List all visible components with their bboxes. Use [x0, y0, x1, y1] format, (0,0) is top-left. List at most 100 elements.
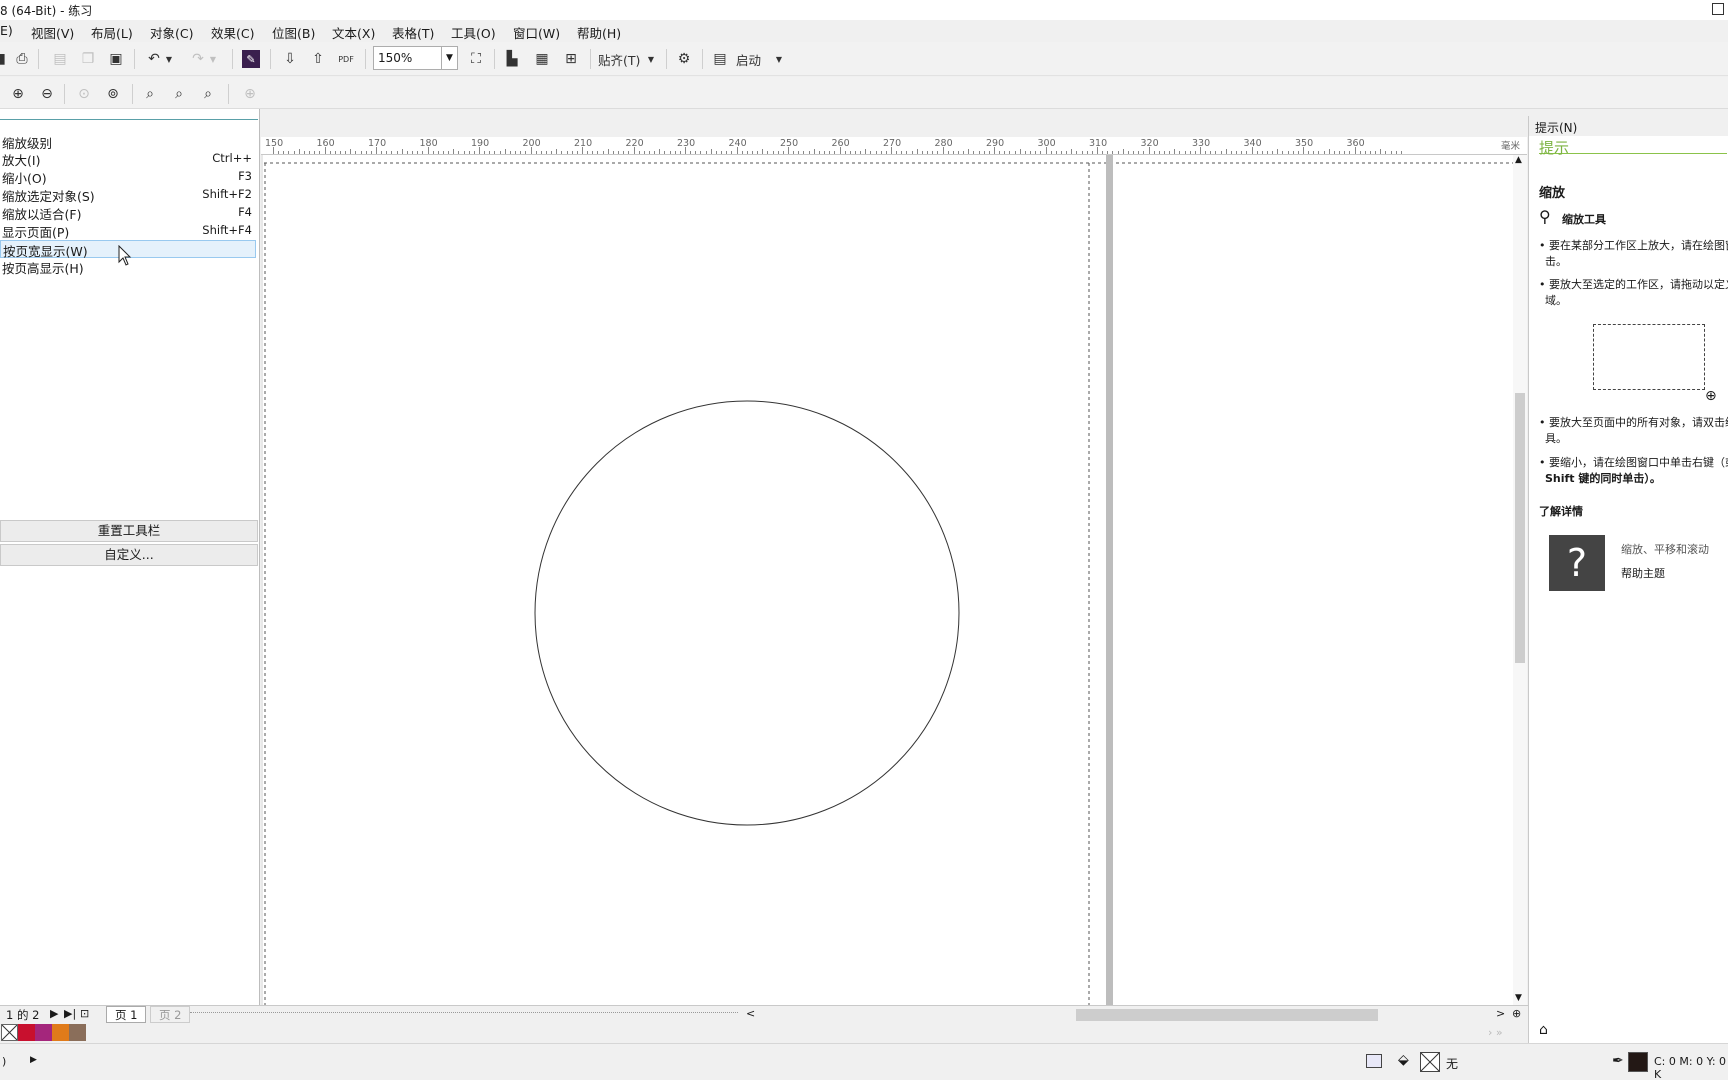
- search-content-icon[interactable]: ✎: [242, 50, 260, 68]
- menu-item-show-page[interactable]: 显示页面(P) Shift+F4: [0, 221, 256, 240]
- show-rulers-icon[interactable]: ▙: [502, 49, 522, 69]
- paste-icon[interactable]: ▣: [106, 49, 126, 69]
- zoom-page-width-icon[interactable]: ⌕: [169, 84, 189, 104]
- user-icon[interactable]: [1712, 3, 1724, 15]
- copy-icon[interactable]: ❐: [78, 49, 98, 69]
- next-page-icon[interactable]: ▶: [50, 1007, 58, 1020]
- ruler-label: 330: [1192, 138, 1211, 149]
- options-gear-icon[interactable]: ⚙: [674, 49, 694, 69]
- snap-dropdown-icon[interactable]: ▼: [646, 49, 656, 69]
- navigator-zoom-icon[interactable]: ⊕: [1512, 1007, 1521, 1020]
- color-swatch[interactable]: [35, 1024, 52, 1041]
- menu-tools[interactable]: 工具(O): [451, 23, 496, 42]
- scroll-left-icon[interactable]: <: [746, 1007, 755, 1020]
- page-tab-1[interactable]: 页 1: [106, 1006, 147, 1023]
- page-tab-2[interactable]: 页 2: [150, 1006, 191, 1023]
- color-swatch[interactable]: [69, 1024, 86, 1041]
- chevron-down-icon[interactable]: ▼: [441, 47, 457, 69]
- menu-layout[interactable]: 布局(L): [91, 23, 133, 42]
- add-tool-icon[interactable]: ⊕: [240, 84, 260, 104]
- undo-dropdown-icon[interactable]: ▼: [164, 49, 174, 69]
- menu-view[interactable]: 视图(V): [31, 23, 74, 42]
- menu-window[interactable]: 窗口(W): [513, 23, 560, 42]
- ruler-tick: [1385, 151, 1387, 154]
- customize-button[interactable]: 自定义...: [0, 544, 258, 566]
- export-icon[interactable]: ⇧: [308, 49, 328, 69]
- ruler-tick: [350, 149, 352, 154]
- no-color-swatch[interactable]: [1, 1024, 18, 1041]
- help-link-zoom-pan[interactable]: 缩放、平移和滚动: [1621, 541, 1709, 557]
- show-grid-icon[interactable]: ▦: [532, 49, 552, 69]
- ruler-tick: [1380, 149, 1382, 154]
- scroll-down-icon[interactable]: ▼: [1515, 993, 1522, 1003]
- full-screen-icon[interactable]: ⛶: [466, 49, 486, 69]
- add-page-icon[interactable]: ⊡: [80, 1007, 89, 1020]
- zoom-page-height-icon[interactable]: ⌕: [198, 84, 218, 104]
- import-icon[interactable]: ⇩: [280, 49, 300, 69]
- last-page-icon[interactable]: ▶|: [64, 1007, 76, 1020]
- launch-icon[interactable]: ▤: [710, 49, 730, 69]
- scrollbar-thumb[interactable]: [1515, 393, 1525, 663]
- ruler-tick: [1313, 151, 1315, 154]
- ruler-tick: [957, 151, 959, 154]
- color-swatch[interactable]: [52, 1024, 69, 1041]
- fill-none-swatch[interactable]: [1420, 1052, 1440, 1072]
- separator: [590, 49, 591, 69]
- zoom-in-icon[interactable]: ⊕: [8, 84, 28, 104]
- zoom-fit-icon[interactable]: ⊚: [103, 84, 123, 104]
- home-icon[interactable]: ⌂: [1539, 1022, 1548, 1038]
- cut-icon[interactable]: ▤: [50, 49, 70, 69]
- print-icon[interactable]: ⎙: [12, 49, 32, 69]
- menu-item-zoom-in[interactable]: 放大(I) Ctrl++: [0, 149, 256, 168]
- launch-button[interactable]: 启动: [736, 49, 776, 69]
- ruler-label: 190: [471, 138, 490, 149]
- show-guidelines-icon[interactable]: ⊞: [561, 49, 581, 69]
- menu-item-zoom-selected[interactable]: 缩放选定对象(S) Shift+F2: [0, 185, 256, 204]
- redo-dropdown-icon[interactable]: ▼: [208, 49, 218, 69]
- zoom-selected-icon[interactable]: ⊙: [74, 84, 94, 104]
- ruler-tick: [427, 147, 429, 154]
- outline-pen-icon[interactable]: ✒: [1612, 1053, 1624, 1069]
- launch-dropdown-icon[interactable]: ▼: [774, 49, 784, 69]
- zoom-level-combo[interactable]: 150% ▼: [373, 46, 458, 70]
- circle-shape[interactable]: [534, 400, 960, 826]
- menu-bitmaps[interactable]: 位图(B): [272, 23, 315, 42]
- menu-table[interactable]: 表格(T): [392, 23, 434, 42]
- drawing-canvas[interactable]: [263, 155, 1513, 1005]
- zoom-page-icon[interactable]: ⌕: [140, 84, 160, 104]
- undo-icon[interactable]: ↶: [144, 49, 164, 69]
- scroll-up-icon[interactable]: ▲: [1515, 155, 1522, 165]
- menu-item-zoom-out[interactable]: 缩小(O) F3: [0, 167, 256, 186]
- ruler-tick: [988, 151, 990, 154]
- ruler-tick: [1127, 151, 1129, 154]
- menu-object[interactable]: 对象(C): [150, 23, 193, 42]
- scroll-right-icon[interactable]: >: [1496, 1007, 1505, 1020]
- redo-icon[interactable]: ↷: [188, 49, 208, 69]
- color-swatch[interactable]: [18, 1024, 35, 1041]
- page-navigator: 1 的 2 ▶ ▶| ⊡ 页 1 页 2 < > ⊕: [0, 1005, 1528, 1023]
- tab-splitter[interactable]: [190, 1012, 738, 1018]
- menu-edit[interactable]: E): [0, 23, 13, 38]
- vertical-scrollbar[interactable]: ▲ ▼: [1513, 155, 1527, 1005]
- palette-scroll-icon[interactable]: › »: [1488, 1026, 1503, 1039]
- color-proof-icon[interactable]: [1366, 1054, 1382, 1068]
- ruler-tick: [499, 151, 501, 154]
- ruler-tick: [824, 151, 826, 154]
- export-pdf-icon[interactable]: PDF: [336, 49, 356, 69]
- workspace-left-area: [0, 570, 260, 1005]
- zoom-out-icon[interactable]: ⊖: [37, 84, 57, 104]
- help-link-topics[interactable]: 帮助主题: [1621, 565, 1665, 581]
- horizontal-scrollbar-thumb[interactable]: [1076, 1009, 1378, 1021]
- save-icon[interactable]: ▮: [0, 49, 6, 69]
- fill-bucket-icon[interactable]: ⬙: [1398, 1052, 1409, 1068]
- menu-item-zoom-fit[interactable]: 缩放以适合(F) F4: [0, 203, 256, 222]
- ruler-tick: [741, 151, 743, 154]
- ruler-tick: [1040, 151, 1042, 154]
- menu-text[interactable]: 文本(X): [332, 23, 375, 42]
- status-expand-icon[interactable]: ▶: [30, 1055, 37, 1065]
- reset-toolbar-button[interactable]: 重置工具栏: [0, 520, 258, 542]
- menu-effects[interactable]: 效果(C): [211, 23, 254, 42]
- horizontal-ruler[interactable]: 150 160 170 180 190 200 210 220 230 240 250 260 270 2…: [261, 137, 1527, 155]
- menu-help[interactable]: 帮助(H): [577, 23, 621, 42]
- outline-color-swatch[interactable]: [1628, 1052, 1648, 1072]
